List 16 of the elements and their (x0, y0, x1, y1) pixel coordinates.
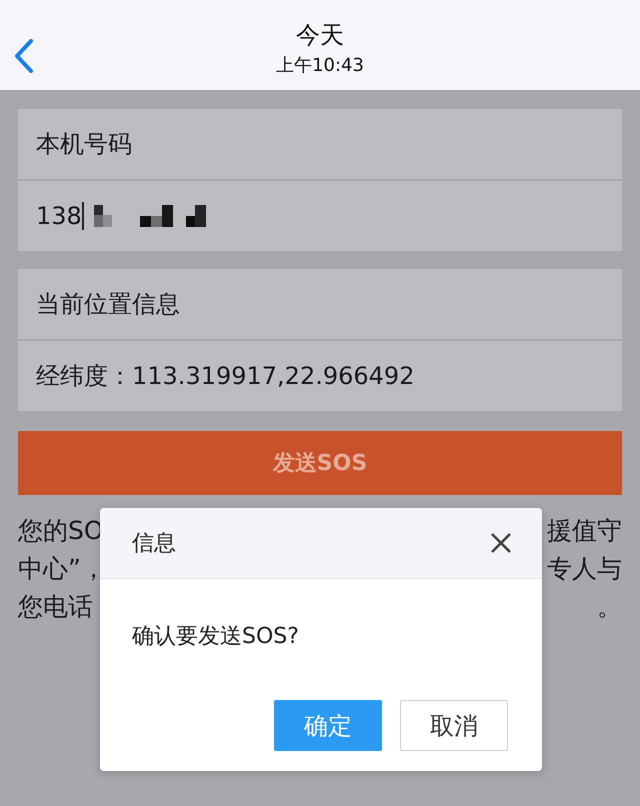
dialog-button[interactable]: 取消 (400, 700, 508, 751)
coordinates-text: 经纬度：113.319917,22.966492 (18, 341, 622, 411)
notice-text: 专人与 (547, 553, 622, 585)
notice-text: 中心”， (18, 553, 106, 585)
notice-text: 。 (597, 591, 622, 623)
notice-text: 援值守 (547, 515, 622, 547)
field-label: 当前位置信息 (18, 269, 622, 339)
phone-field[interactable]: 138 (18, 181, 622, 251)
dialog-message: 确认要发送SOS? (131, 623, 300, 651)
nav-title: 今天 (296, 20, 344, 51)
dialog-title: 信息 (132, 530, 176, 558)
notice-text: 您电话 (18, 591, 93, 623)
field-label: 本机号码 (18, 109, 622, 179)
close-icon[interactable] (490, 532, 512, 554)
back-icon[interactable] (14, 38, 34, 74)
nav-subtitle: 上午10:43 (276, 54, 364, 77)
